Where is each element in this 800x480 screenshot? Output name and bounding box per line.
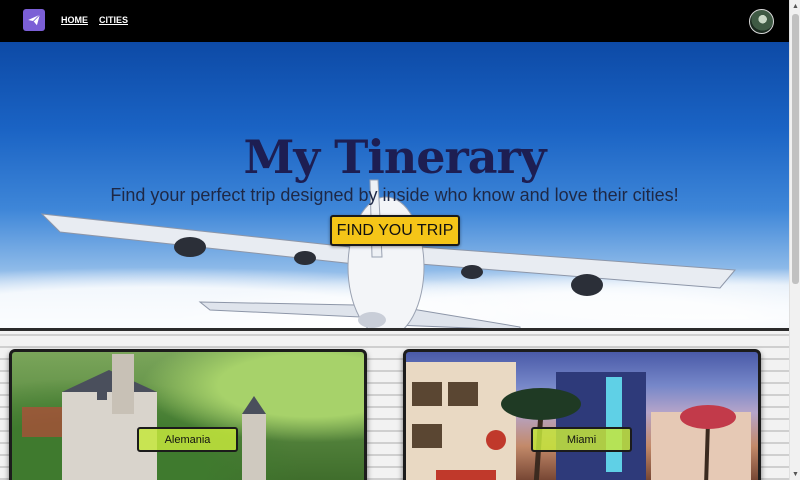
city-label[interactable]: Miami [531, 427, 632, 452]
castle-image [22, 354, 266, 480]
nav-link-cities[interactable]: CITIES [99, 15, 128, 25]
user-avatar[interactable] [749, 9, 774, 34]
scroll-down-arrow-icon[interactable]: ▼ [791, 468, 800, 480]
find-trip-button[interactable]: FIND YOU TRIP [330, 215, 460, 246]
paper-plane-icon[interactable] [23, 9, 45, 31]
miami-image [406, 362, 751, 480]
nav-link-home[interactable]: HOME [61, 15, 88, 25]
city-label[interactable]: Alemania [137, 427, 238, 452]
page-title: My Tinerary [243, 130, 546, 184]
paper-plane-icon-svg [28, 14, 41, 26]
scroll-thumb[interactable] [792, 14, 799, 284]
page: HOME CITIES My Tinerary Find your perfec… [0, 0, 800, 480]
city-card-miami[interactable]: Miami [403, 349, 761, 480]
hero-banner: My Tinerary Find your perfect trip desig… [0, 42, 789, 330]
section-divider [0, 328, 789, 331]
hero-subtitle: Find your perfect trip designed by insid… [110, 185, 679, 205]
city-card-alemania[interactable]: Alemania [9, 349, 367, 480]
scroll-up-arrow-icon[interactable]: ▲ [791, 0, 800, 12]
vertical-scrollbar[interactable]: ▲ ▼ [789, 0, 800, 480]
navbar: HOME CITIES [0, 0, 789, 42]
